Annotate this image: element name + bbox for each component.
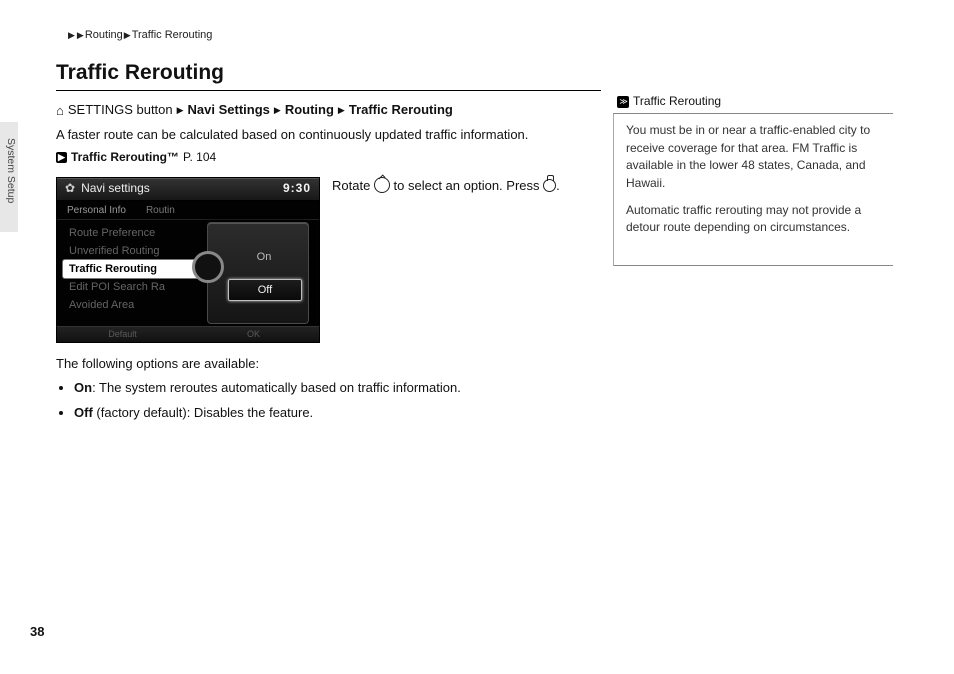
footer-button-ok[interactable]: OK	[188, 327, 319, 342]
triangle-icon: ▶	[124, 29, 131, 42]
screenshot-footer: Default OK	[57, 326, 319, 342]
breadcrumb-item: Traffic Rerouting	[132, 28, 213, 44]
sidebar-note: ≫ Traffic Rerouting You must be in or ne…	[613, 90, 893, 266]
breadcrumb-item: Routing	[85, 28, 123, 44]
instr-text: .	[556, 178, 560, 193]
intro-text: A faster route can be calculated based o…	[56, 126, 601, 145]
triangle-icon: ▶	[177, 104, 184, 117]
section-tab: System Setup	[0, 122, 18, 232]
gear-icon: ✿	[65, 180, 75, 197]
nav-path: ⌂ SETTINGS button ▶ Navi Settings ▶ Rout…	[56, 101, 601, 120]
popup-option-off[interactable]: Off	[228, 279, 302, 301]
page-title: Traffic Rerouting	[56, 58, 601, 91]
option-on-text: : The system reroutes automatically base…	[92, 380, 461, 395]
footer-button-default[interactable]: Default	[57, 327, 188, 342]
screenshot-instructions: Rotate to select an option. Press .	[332, 177, 601, 196]
option-off-text: (factory default): Disables the feature.	[93, 405, 313, 420]
menu-item[interactable]: Edit POI Search Ra	[63, 278, 218, 296]
option-off-label: Off	[74, 405, 93, 420]
rotate-dial-icon	[374, 177, 390, 193]
breadcrumb: ▶ ▶ Routing ▶ Traffic Rerouting	[67, 28, 212, 44]
xref-icon: ▶	[56, 152, 67, 163]
screenshot-clock: 9:30	[283, 180, 311, 197]
nav-path-step: Navi Settings	[188, 101, 270, 120]
triangle-icon: ▶	[338, 104, 345, 117]
nav-path-settings: SETTINGS button	[68, 101, 173, 120]
page-number: 38	[30, 623, 44, 642]
sidebar-chevron-icon: ≫	[617, 96, 629, 108]
sidebar-heading: ≫ Traffic Rerouting	[613, 90, 893, 114]
sidebar-heading-text: Traffic Rerouting	[633, 93, 721, 110]
option-on: On: The system reroutes automatically ba…	[74, 379, 601, 398]
instr-text: to select an option. Press	[390, 178, 543, 193]
menu-item[interactable]: Avoided Area	[63, 296, 218, 314]
xref-page: P. 104	[183, 150, 216, 164]
screenshot-tab[interactable]: Personal Info	[57, 201, 136, 219]
option-off: Off (factory default): Disables the feat…	[74, 404, 601, 423]
screenshot-tabs: Personal Info Routin	[57, 201, 319, 220]
screenshot-title: Navi settings	[81, 180, 150, 197]
screenshot-popup: On Off	[207, 222, 309, 324]
instr-text: Rotate	[332, 178, 374, 193]
options-intro: The following options are available:	[56, 355, 601, 374]
triangle-icon: ▶	[68, 29, 75, 42]
dial-icon[interactable]	[192, 251, 224, 283]
press-dial-icon	[543, 179, 556, 192]
screenshot-tab[interactable]: Routin	[136, 201, 185, 219]
options-list: On: The system reroutes automatically ba…	[56, 379, 601, 423]
device-screenshot: ✿ Navi settings 9:30 Personal Info Routi…	[56, 177, 320, 343]
nav-path-step: Routing	[285, 101, 334, 120]
sidebar-paragraph: Automatic traffic rerouting may not prov…	[626, 202, 893, 237]
option-on-label: On	[74, 380, 92, 395]
cross-reference: ▶ Traffic Rerouting™ P. 104	[56, 149, 601, 166]
section-tab-label: System Setup	[0, 122, 18, 203]
triangle-icon: ▶	[77, 29, 84, 42]
popup-option-on[interactable]: On	[228, 247, 300, 267]
triangle-icon: ▶	[274, 104, 281, 117]
screenshot-titlebar: ✿ Navi settings 9:30	[57, 178, 319, 201]
xref-label: Traffic Rerouting™	[71, 150, 179, 164]
nav-path-step: Traffic Rerouting	[349, 101, 453, 120]
settings-button-icon: ⌂	[56, 104, 64, 117]
sidebar-paragraph: You must be in or near a traffic-enabled…	[626, 122, 893, 192]
menu-item[interactable]: Route Preference	[63, 224, 218, 242]
